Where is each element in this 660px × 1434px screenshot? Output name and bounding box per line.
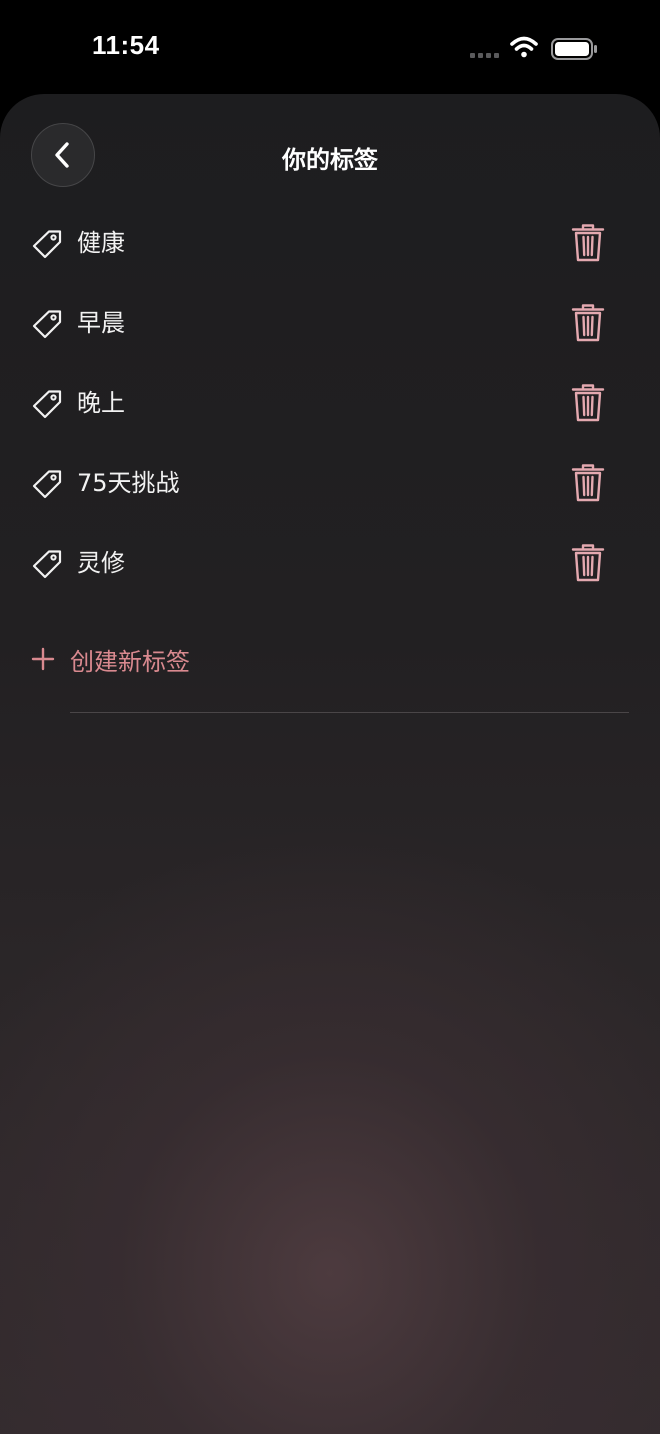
tag-label: 75天挑战: [77, 469, 180, 497]
trash-icon[interactable]: [571, 223, 605, 263]
trash-icon[interactable]: [571, 383, 605, 423]
tag-row[interactable]: 早晨: [0, 284, 660, 364]
tag-row[interactable]: 灵修: [0, 524, 660, 604]
tag-icon: [32, 230, 62, 259]
tag-label: 健康: [77, 229, 125, 257]
page-title: 你的标签: [282, 146, 378, 174]
cellular-signal-icon: [470, 53, 499, 58]
tag-label: 灵修: [77, 549, 125, 577]
tag-icon: [32, 550, 62, 579]
tag-row[interactable]: 75天挑战: [0, 444, 660, 524]
status-bar: 11:54: [0, 0, 660, 94]
tag-label: 晚上: [77, 389, 125, 417]
create-tag-label: 创建新标签: [70, 647, 190, 676]
tag-row[interactable]: 晚上: [0, 364, 660, 444]
tag-label: 早晨: [77, 309, 125, 337]
tag-list: 健康 早晨 晚上 75天挑战 灵修: [0, 204, 660, 604]
tag-icon: [32, 310, 62, 339]
trash-icon[interactable]: [571, 303, 605, 343]
plus-icon: [31, 647, 55, 671]
trash-icon[interactable]: [571, 463, 605, 503]
create-tag-button[interactable]: 创建新标签: [30, 637, 190, 681]
divider: [70, 712, 629, 713]
battery-icon: [551, 38, 597, 60]
status-icons: [470, 36, 597, 60]
tags-sheet: 你的标签 健康 早晨 晚上 75天挑战 灵修 创建新标签: [0, 94, 660, 1434]
tag-icon: [32, 390, 62, 419]
tag-icon: [32, 470, 62, 499]
tag-row[interactable]: 健康: [0, 204, 660, 284]
trash-icon[interactable]: [571, 543, 605, 583]
wifi-icon: [510, 36, 538, 58]
status-time: 11:54: [92, 30, 160, 60]
